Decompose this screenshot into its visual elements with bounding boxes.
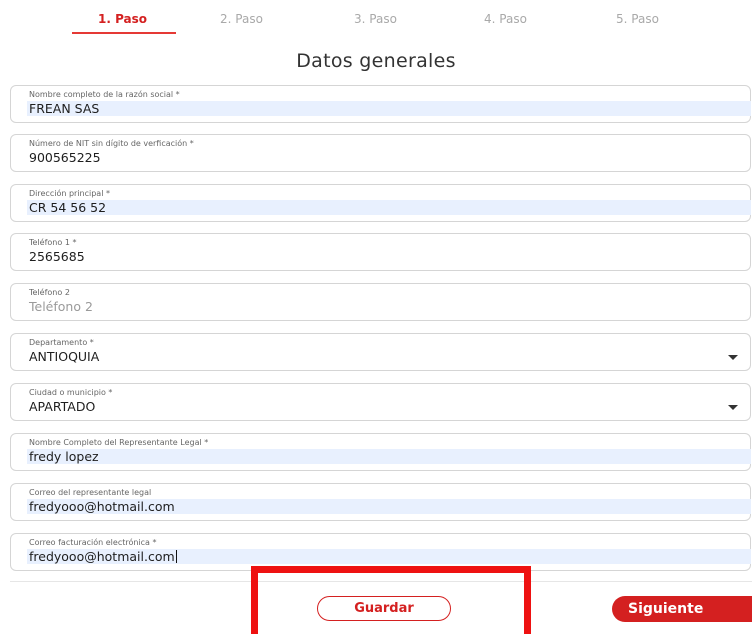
correo-facturacion-text: fredyooo@hotmail.com: [29, 549, 175, 564]
nit-input[interactable]: 900565225: [27, 150, 751, 165]
text-cursor: [175, 550, 177, 563]
step-2-tab[interactable]: 2. Paso: [220, 12, 263, 26]
ciudad-select[interactable]: Ciudad o municipio * APARTADO: [10, 383, 751, 421]
telefono1-input[interactable]: 2565685: [27, 249, 751, 264]
telefono1-label: Teléfono 1 *: [29, 238, 77, 247]
page-title: Datos generales: [296, 50, 456, 72]
direccion-input[interactable]: CR 54 56 52: [27, 200, 751, 215]
active-step-indicator: [72, 32, 176, 34]
correo-representante-field[interactable]: Correo del representante legal fredyooo@…: [10, 483, 751, 521]
save-button[interactable]: Guardar: [317, 596, 451, 621]
direccion-label: Dirección principal *: [29, 189, 110, 198]
nit-field[interactable]: Número de NIT sin dígito de verficación …: [10, 134, 751, 172]
chevron-down-icon[interactable]: [728, 355, 738, 360]
departamento-select[interactable]: Departamento * ANTIOQUIA: [10, 333, 751, 371]
correo-representante-label: Correo del representante legal: [29, 488, 152, 497]
correo-facturacion-field[interactable]: Correo facturación electrónica * fredyoo…: [10, 533, 751, 571]
ciudad-value[interactable]: APARTADO: [27, 399, 751, 414]
nit-label: Número de NIT sin dígito de verficación …: [29, 139, 194, 148]
representante-input[interactable]: fredy lopez: [27, 449, 751, 464]
chevron-down-icon[interactable]: [728, 405, 738, 410]
step-4-tab[interactable]: 4. Paso: [484, 12, 527, 26]
ciudad-label: Ciudad o municipio *: [29, 388, 113, 397]
correo-facturacion-input[interactable]: fredyooo@hotmail.com: [27, 549, 751, 564]
razon-social-field[interactable]: Nombre completo de la razón social * FRE…: [10, 85, 751, 123]
telefono1-field[interactable]: Teléfono 1 * 2565685: [10, 233, 751, 271]
form-divider: [10, 581, 752, 582]
next-button[interactable]: Siguiente: [612, 596, 752, 622]
step-3-tab[interactable]: 3. Paso: [354, 12, 397, 26]
correo-representante-input[interactable]: fredyooo@hotmail.com: [27, 499, 751, 514]
razon-social-input[interactable]: FREAN SAS: [27, 101, 751, 116]
correo-facturacion-label: Correo facturación electrónica *: [29, 538, 157, 547]
direccion-field[interactable]: Dirección principal * CR 54 56 52: [10, 184, 751, 222]
step-1-tab[interactable]: 1. Paso: [98, 12, 147, 26]
representante-field[interactable]: Nombre Completo del Representante Legal …: [10, 433, 751, 471]
stepper: 1. Paso 2. Paso 3. Paso 4. Paso 5. Paso: [0, 0, 752, 40]
departamento-label: Departamento *: [29, 338, 94, 347]
departamento-value[interactable]: ANTIOQUIA: [27, 349, 751, 364]
step-5-tab[interactable]: 5. Paso: [616, 12, 659, 26]
razon-social-label: Nombre completo de la razón social *: [29, 90, 180, 99]
telefono2-input[interactable]: Teléfono 2: [27, 299, 751, 314]
representante-label: Nombre Completo del Representante Legal …: [29, 438, 209, 447]
telefono2-label: Teléfono 2: [29, 288, 70, 297]
telefono2-field[interactable]: Teléfono 2 Teléfono 2: [10, 283, 751, 321]
